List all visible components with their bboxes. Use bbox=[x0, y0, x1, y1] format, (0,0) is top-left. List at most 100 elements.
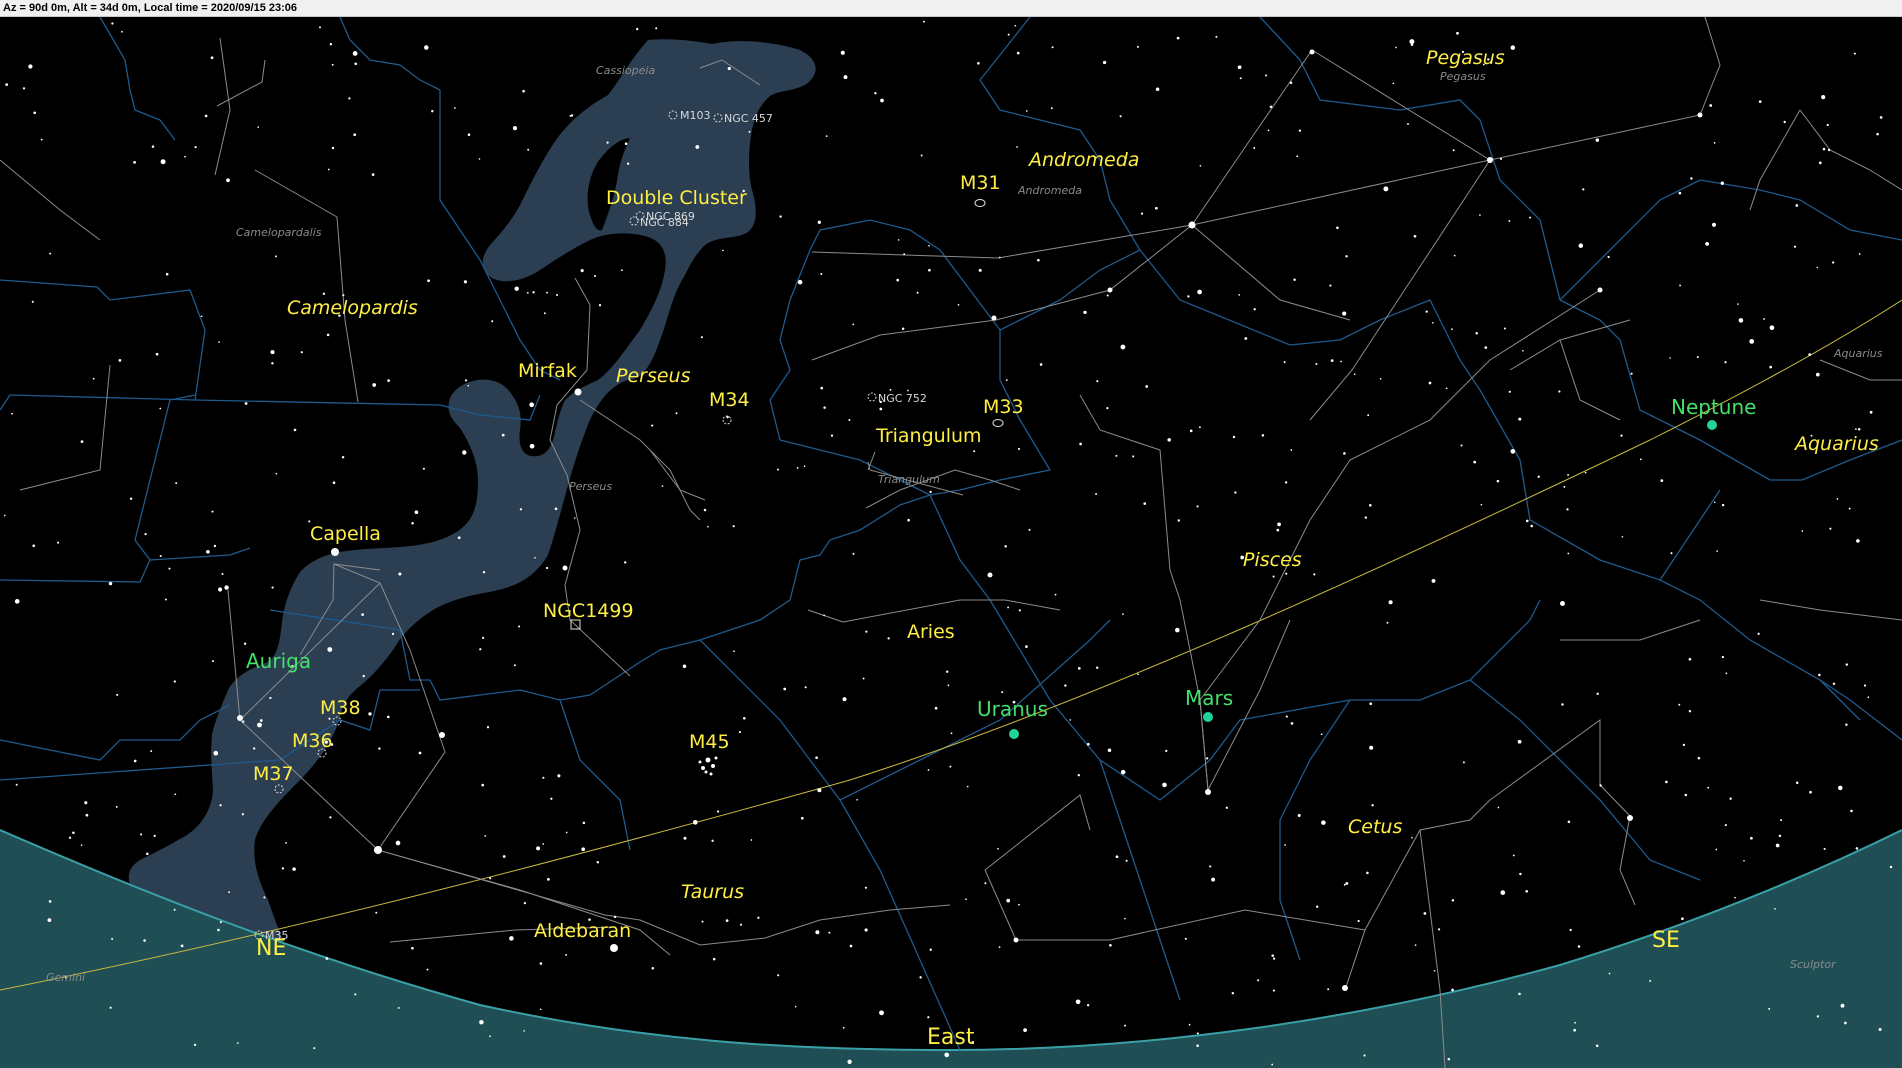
mars-marker[interactable] bbox=[1203, 712, 1213, 722]
label-m34: M34 bbox=[709, 389, 750, 411]
star bbox=[327, 647, 333, 652]
star bbox=[920, 154, 923, 157]
star bbox=[957, 304, 960, 306]
star bbox=[164, 598, 167, 601]
star bbox=[462, 450, 467, 455]
label-perseus: Perseus bbox=[616, 365, 691, 387]
star bbox=[1395, 46, 1397, 49]
star bbox=[856, 798, 858, 801]
star bbox=[111, 22, 114, 25]
star bbox=[1423, 912, 1427, 915]
star bbox=[1688, 709, 1692, 713]
star bbox=[1743, 860, 1745, 862]
star bbox=[501, 433, 505, 437]
star bbox=[545, 566, 549, 570]
star bbox=[140, 833, 143, 836]
star bbox=[783, 687, 787, 691]
star bbox=[257, 126, 260, 128]
star bbox=[1783, 120, 1786, 124]
star bbox=[820, 386, 824, 390]
star bbox=[1369, 504, 1372, 507]
star bbox=[1023, 1028, 1027, 1032]
star bbox=[820, 273, 823, 275]
star bbox=[1014, 24, 1017, 27]
star bbox=[325, 957, 329, 960]
star bbox=[1064, 684, 1067, 687]
star bbox=[1763, 318, 1765, 320]
star bbox=[779, 215, 782, 218]
star bbox=[843, 75, 848, 80]
star bbox=[1832, 261, 1835, 264]
star bbox=[1083, 310, 1087, 315]
star bbox=[593, 274, 597, 278]
star bbox=[84, 801, 88, 805]
sky-chart-svg[interactable]: Pegasus Andromeda Camelopardis Perseus P… bbox=[0, 17, 1902, 1068]
small-label-perseus: Perseus bbox=[569, 480, 612, 493]
star bbox=[1889, 865, 1893, 869]
star bbox=[978, 268, 982, 272]
star bbox=[1721, 655, 1725, 659]
star bbox=[274, 255, 277, 258]
star bbox=[387, 379, 390, 382]
star bbox=[1688, 657, 1692, 661]
star bbox=[352, 51, 358, 56]
star bbox=[57, 541, 60, 544]
star bbox=[467, 133, 471, 136]
star bbox=[1028, 528, 1031, 531]
star bbox=[817, 788, 822, 793]
star bbox=[1577, 945, 1581, 948]
star bbox=[1473, 460, 1477, 464]
label-camelopardis: Camelopardis bbox=[287, 297, 418, 319]
star bbox=[411, 521, 414, 525]
star bbox=[1707, 786, 1710, 789]
star bbox=[1595, 1044, 1599, 1048]
star bbox=[1678, 191, 1682, 195]
star bbox=[1025, 110, 1028, 112]
star bbox=[1271, 1063, 1274, 1066]
star bbox=[1215, 35, 1218, 38]
neptune-marker[interactable] bbox=[1707, 420, 1717, 430]
star bbox=[1343, 883, 1346, 886]
star bbox=[1567, 473, 1570, 476]
star bbox=[1196, 1032, 1199, 1035]
star bbox=[842, 1026, 845, 1029]
sky-chart[interactable]: Pegasus Andromeda Camelopardis Perseus P… bbox=[0, 17, 1902, 1068]
star bbox=[1595, 138, 1600, 142]
star bbox=[213, 544, 217, 548]
star bbox=[1529, 216, 1532, 219]
star bbox=[1051, 46, 1054, 49]
star bbox=[1007, 33, 1010, 36]
label-uranus: Uranus bbox=[977, 697, 1048, 721]
star bbox=[1821, 95, 1826, 100]
star bbox=[271, 586, 274, 589]
star bbox=[40, 138, 43, 141]
label-cetus: Cetus bbox=[1348, 816, 1402, 838]
star bbox=[1197, 289, 1202, 295]
star bbox=[624, 142, 628, 145]
star bbox=[1596, 692, 1599, 695]
star bbox=[32, 544, 36, 548]
star bbox=[636, 27, 639, 31]
star bbox=[300, 351, 303, 354]
star bbox=[1410, 43, 1414, 46]
star bbox=[1715, 848, 1718, 851]
star bbox=[1232, 435, 1236, 439]
star bbox=[519, 508, 523, 511]
star bbox=[115, 805, 118, 808]
star bbox=[153, 834, 156, 838]
star bbox=[1845, 663, 1849, 666]
star bbox=[797, 279, 803, 285]
star bbox=[977, 61, 980, 65]
star bbox=[213, 750, 219, 756]
star bbox=[1199, 164, 1202, 167]
star bbox=[1277, 522, 1281, 527]
star bbox=[897, 239, 900, 241]
star bbox=[1025, 645, 1028, 648]
star bbox=[739, 923, 743, 926]
star bbox=[72, 831, 75, 834]
star bbox=[491, 320, 494, 323]
label-ngc1499: NGC1499 bbox=[543, 600, 634, 622]
star bbox=[244, 402, 248, 405]
star bbox=[1122, 613, 1124, 615]
uranus-marker[interactable] bbox=[1009, 729, 1019, 739]
